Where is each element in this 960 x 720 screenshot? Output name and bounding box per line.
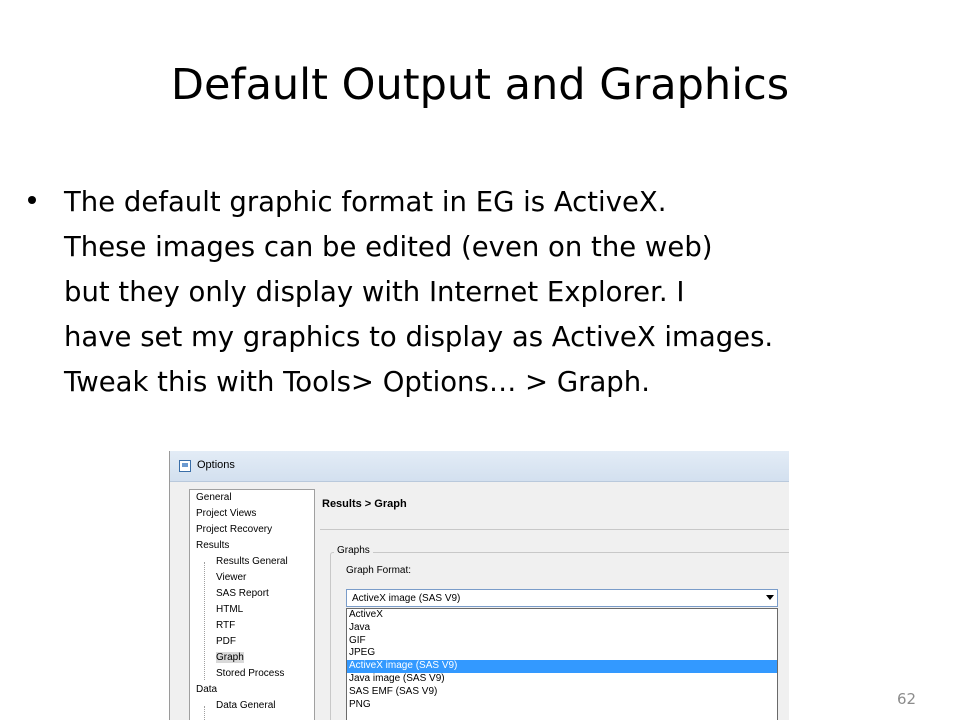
bullet-line: The default graphic format in EG is Acti… <box>64 186 667 218</box>
tree-item-project-views[interactable]: Project Views <box>190 506 314 522</box>
tree-items: General Project Views Project Recovery Resu… <box>190 490 314 714</box>
tree-item-label: Data General <box>216 700 276 711</box>
tree-item-data[interactable]: Data <box>190 682 314 698</box>
graphs-group-label: Graphs <box>334 545 373 556</box>
panel-heading: Results > Graph <box>322 498 407 510</box>
tree-item-label: Graph <box>216 652 244 663</box>
graph-format-select[interactable]: ActiveX image (SAS V9) <box>346 589 778 607</box>
bullet-line: Tweak this with Tools> Options… > Graph. <box>64 366 650 398</box>
dialog-titlebar: Options <box>170 451 789 482</box>
graph-format-option[interactable]: Java image (SAS V9) <box>347 673 777 686</box>
dialog-title: Options <box>197 459 235 471</box>
graph-format-option[interactable]: ActiveX image (SAS V9) <box>347 660 777 673</box>
tree-item-label: Viewer <box>216 572 247 583</box>
graph-format-option[interactable]: Java <box>347 622 777 635</box>
tree-guide-line <box>204 706 205 720</box>
tree-item-results-general[interactable]: Results General <box>190 554 314 570</box>
tree-item-viewer[interactable]: Viewer <box>190 570 314 586</box>
tree-item-label: Stored Process <box>216 668 285 679</box>
tree-item-label: Results <box>196 540 230 551</box>
panel-divider <box>320 529 789 530</box>
tree-item-graph[interactable]: Graph <box>190 650 314 666</box>
tree-item-general[interactable]: General <box>190 490 314 506</box>
bullet-line: have set my graphics to display as Activ… <box>64 321 774 353</box>
tree-item-label: SAS Report <box>216 588 269 599</box>
graph-format-option[interactable]: GIF <box>347 635 777 648</box>
graph-format-dropdown-list[interactable]: ActiveX Java GIF JPEG ActiveX image (SAS V9)… <box>346 608 778 720</box>
bullet-line: These images can be edited (even on the … <box>64 231 713 263</box>
option-items: ActiveX Java GIF JPEG ActiveX image (SAS V9)… <box>347 609 777 711</box>
tree-guide-line <box>204 562 205 680</box>
page-number: 62 <box>897 690 917 708</box>
tree-item-data-general[interactable]: Data General <box>190 698 314 714</box>
graph-format-option[interactable]: SAS EMF (SAS V9) <box>347 686 777 699</box>
tree-item-label: Project Recovery <box>196 524 273 535</box>
tree-item-html[interactable]: HTML <box>190 602 314 618</box>
tree-item-sas-report[interactable]: SAS Report <box>190 586 314 602</box>
bullet-text: The default graphic format in EG is Acti… <box>64 180 938 405</box>
tree-item-label: RTF <box>216 620 236 631</box>
tree-item-label: PDF <box>216 636 236 647</box>
graph-format-option[interactable]: PNG <box>347 699 777 712</box>
slide-title: Default Output and Graphics <box>170 60 790 110</box>
tree-item-label: Data <box>196 684 218 695</box>
tree-item-label: HTML <box>216 604 244 615</box>
graph-format-selected-value: ActiveX image (SAS V9) <box>352 593 461 604</box>
tree-item-label: General <box>196 492 232 503</box>
graph-format-option[interactable]: ActiveX <box>347 609 777 622</box>
tree-item-project-recovery[interactable]: Project Recovery <box>190 522 314 538</box>
tree-item-pdf[interactable]: PDF <box>190 634 314 650</box>
graph-format-label: Graph Format: <box>346 565 412 576</box>
tree-item-stored-process[interactable]: Stored Process <box>190 666 314 682</box>
options-dialog-screenshot: Options General Project Views Project Reco… <box>169 451 789 720</box>
options-category-tree[interactable]: General Project Views Project Recovery Resu… <box>189 489 315 720</box>
options-window-icon <box>179 460 191 472</box>
tree-item-results[interactable]: Results <box>190 538 314 554</box>
bullet-list: The default graphic format in EG is Acti… <box>28 180 938 405</box>
tree-item-rtf[interactable]: RTF <box>190 618 314 634</box>
tree-item-label: Project Views <box>196 508 257 519</box>
chevron-down-icon[interactable] <box>766 595 774 600</box>
bullet-line: but they only display with Internet Expl… <box>64 276 685 308</box>
tree-item-label: Results General <box>216 556 288 567</box>
graph-format-option[interactable]: JPEG <box>347 647 777 660</box>
bullet-dot <box>28 196 36 204</box>
